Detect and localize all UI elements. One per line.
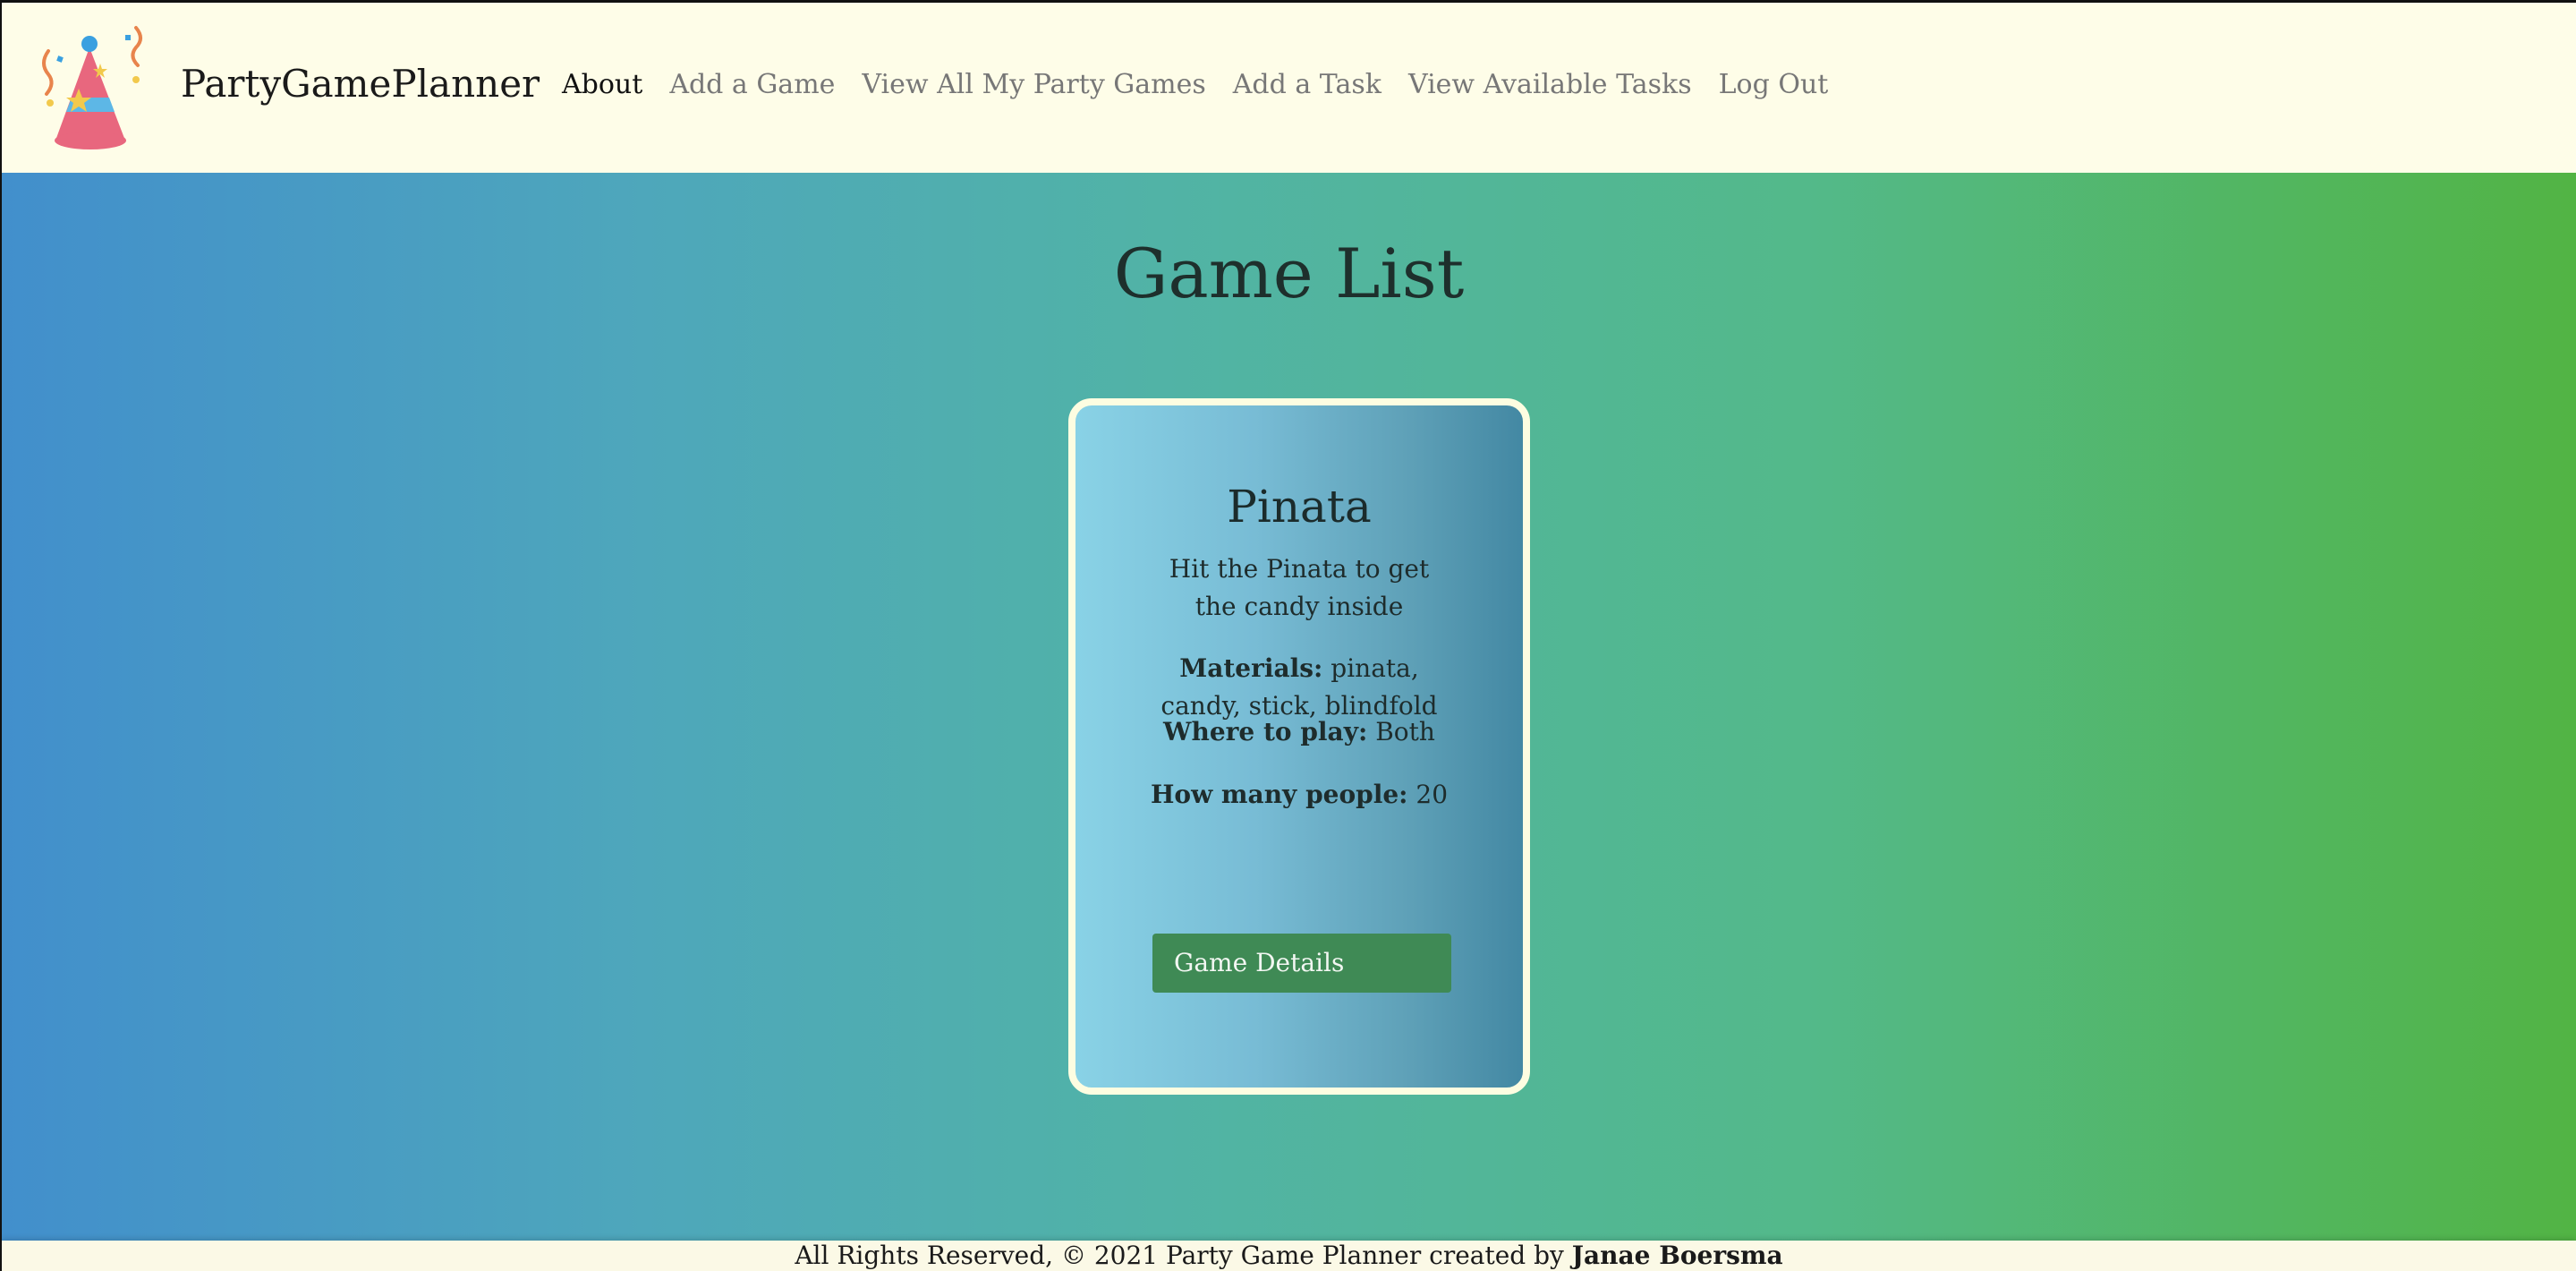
nav-view-tasks[interactable]: View Available Tasks bbox=[1408, 69, 1692, 100]
page-title: Game List bbox=[1113, 234, 1465, 313]
game-description: Hit the Pinata to get the candy inside bbox=[1169, 554, 1430, 621]
party-hat-icon[interactable] bbox=[36, 24, 147, 153]
footer: All Rights Reserved, © 2021 Party Game P… bbox=[2, 1241, 2576, 1271]
nav-log-out[interactable]: Log Out bbox=[1719, 69, 1829, 100]
materials-label: Materials: bbox=[1179, 653, 1323, 683]
nav-add-task[interactable]: Add a Task bbox=[1233, 69, 1382, 100]
footer-author: Janae Boersma bbox=[1571, 1241, 1783, 1270]
game-title: Pinata bbox=[1227, 481, 1372, 533]
game-where: Where to play: Both bbox=[1120, 713, 1478, 751]
footer-text: All Rights Reserved, © 2021 Party Game P… bbox=[795, 1241, 1564, 1270]
main-nav: About Add a Game View All My Party Games… bbox=[562, 69, 1855, 100]
page: PartyGamePlanner About Add a Game View A… bbox=[2, 3, 2576, 1271]
navbar: PartyGamePlanner About Add a Game View A… bbox=[2, 3, 2576, 173]
game-card: Pinata Hit the Pinata to get the candy i… bbox=[1068, 398, 1530, 1095]
where-label: Where to play: bbox=[1163, 717, 1368, 746]
brand-name[interactable]: PartyGamePlanner bbox=[181, 62, 540, 106]
where-value: Both bbox=[1375, 717, 1435, 746]
nav-view-all-games[interactable]: View All My Party Games bbox=[862, 69, 1205, 100]
nav-add-game[interactable]: Add a Game bbox=[669, 69, 835, 100]
nav-about[interactable]: About bbox=[562, 69, 642, 100]
main-content: Game List Pinata Hit the Pinata to get t… bbox=[2, 173, 2576, 1241]
game-details-button[interactable]: Game Details bbox=[1152, 934, 1451, 993]
people-value: 20 bbox=[1416, 780, 1449, 809]
game-people: How many people: 20 bbox=[1120, 776, 1478, 814]
people-label: How many people: bbox=[1150, 780, 1408, 809]
